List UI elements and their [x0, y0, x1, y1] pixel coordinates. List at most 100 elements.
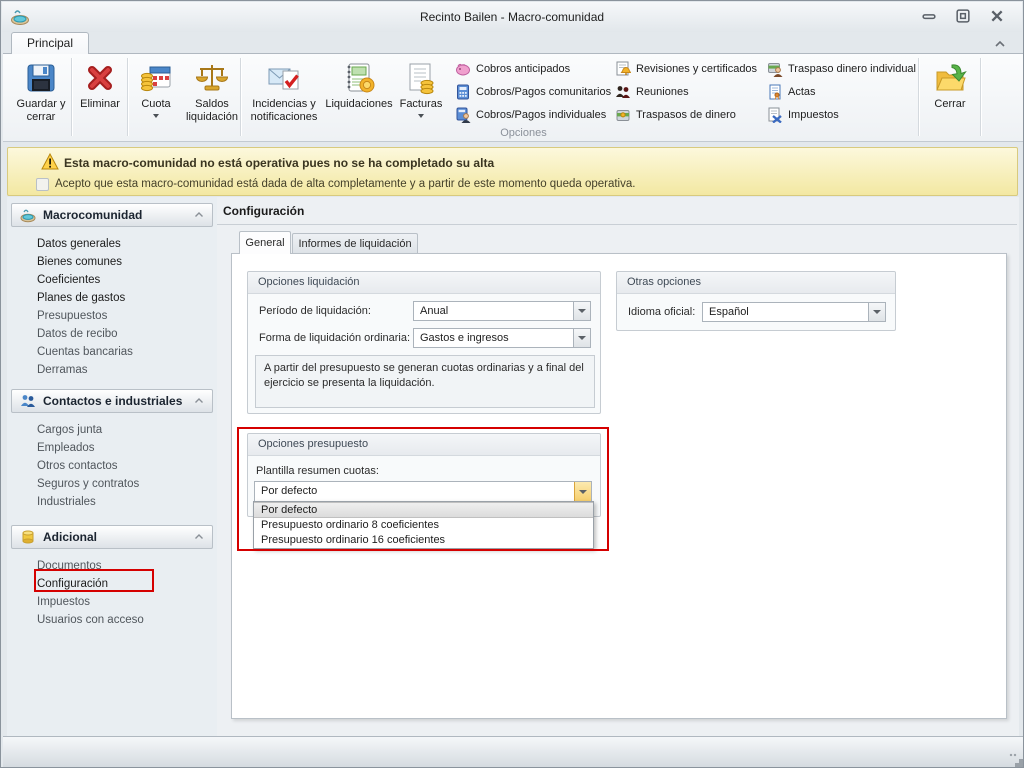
- sidebar: Macrocomunidad Datos generales Bienes co…: [7, 197, 217, 736]
- ribbon-collapse-icon[interactable]: [993, 38, 1007, 50]
- sidebar-item-empleados[interactable]: Empleados: [7, 439, 217, 457]
- sidebar-item-datos-de-recibo[interactable]: Datos de recibo: [7, 325, 217, 343]
- ribbon-group-label: Opciones: [500, 127, 547, 139]
- warning-title: Esta macro-comunidad no está operativa p…: [64, 156, 495, 170]
- impuestos-ribbon-button[interactable]: Impuestos: [767, 106, 839, 124]
- cobros-pagos-comunitarios-button[interactable]: Cobros/Pagos comunitarios: [455, 83, 611, 101]
- dropdown-option-por-defecto[interactable]: Por defecto: [254, 502, 593, 518]
- traspaso-dinero-individual-label: Traspaso dinero individual: [788, 63, 916, 75]
- accept-checkbox[interactable]: [36, 178, 49, 191]
- revisiones-certificados-button[interactable]: Revisiones y certificados: [615, 60, 757, 78]
- forma-liquidacion-label: Forma de liquidación ordinaria:: [259, 332, 411, 344]
- plantilla-dropdown-list: Por defecto Presupuesto ordinario 8 coef…: [253, 501, 594, 549]
- resize-grip[interactable]: [1009, 753, 1019, 763]
- cerrar-button[interactable]: Cerrar: [921, 57, 979, 139]
- notebook-seal-icon: [342, 61, 376, 95]
- save-close-button[interactable]: Guardar y cerrar: [13, 57, 69, 139]
- chevron-up-icon: [194, 211, 204, 219]
- page-title: Configuración: [223, 204, 305, 218]
- dropdown-option-presupuesto-16[interactable]: Presupuesto ordinario 16 coeficientes: [254, 533, 593, 548]
- forma-liquidacion-select[interactable]: Gastos e ingresos: [413, 328, 591, 348]
- section-title: Macrocomunidad: [43, 208, 143, 222]
- document-tax-icon: [767, 107, 783, 123]
- cerrar-label: Cerrar: [934, 98, 966, 110]
- content-panel: Opciones liquidación Período de liquidac…: [231, 253, 1007, 719]
- actas-label: Actas: [788, 86, 816, 98]
- sidebar-section-contactos[interactable]: Contactos e industriales: [11, 389, 213, 413]
- groupbox-title: Opciones liquidación: [248, 272, 600, 294]
- restore-button[interactable]: [954, 9, 972, 23]
- dropdown-button[interactable]: [573, 329, 590, 347]
- sidebar-item-industriales[interactable]: Industriales: [7, 493, 217, 511]
- sidebar-item-bienes-comunes[interactable]: Bienes comunes: [7, 253, 217, 271]
- save-icon: [24, 61, 58, 95]
- ribbon-separator: [71, 58, 72, 136]
- traspaso-dinero-individual-button[interactable]: Traspaso dinero individual: [767, 60, 916, 78]
- chevron-down-icon: [873, 310, 881, 314]
- coins-calendar-icon: [139, 61, 173, 95]
- delete-label: Eliminar: [80, 98, 120, 110]
- sidebar-item-datos-generales[interactable]: Datos generales: [7, 235, 217, 253]
- sidebar-item-seguros-y-contratos[interactable]: Seguros y contratos: [7, 475, 217, 493]
- sidebar-item-cargos-junta[interactable]: Cargos junta: [7, 421, 217, 439]
- cobros-pagos-individuales-label: Cobros/Pagos individuales: [476, 109, 607, 121]
- status-bar: [3, 736, 1023, 767]
- sidebar-item-cuentas-bancarias[interactable]: Cuentas bancarias: [7, 343, 217, 361]
- sidebar-item-derramas[interactable]: Derramas: [7, 361, 217, 379]
- actas-button[interactable]: Actas: [767, 83, 816, 101]
- tab-general[interactable]: General: [239, 231, 291, 254]
- tab-principal[interactable]: Principal: [11, 32, 89, 54]
- cobros-pagos-individuales-button[interactable]: Cobros/Pagos individuales: [455, 106, 606, 124]
- calculator-person-icon: [455, 107, 471, 123]
- reuniones-button[interactable]: Reuniones: [615, 83, 689, 101]
- traspasos-dinero-button[interactable]: Traspasos de dinero: [615, 106, 736, 124]
- title-separator: [217, 224, 1017, 225]
- title-bar: Recinto Bailen - Macro-comunidad: [2, 2, 1022, 32]
- sidebar-item-impuestos[interactable]: Impuestos: [7, 593, 217, 611]
- chevron-up-icon: [194, 533, 204, 541]
- chevron-up-icon: [194, 397, 204, 405]
- dropdown-button-active[interactable]: [574, 482, 591, 501]
- invoice-coins-icon: [404, 61, 438, 95]
- envelope-check-icon: [267, 61, 301, 95]
- cobros-anticipados-label: Cobros anticipados: [476, 63, 571, 75]
- document-bell-icon: [615, 61, 631, 77]
- sidebar-section-adicional[interactable]: Adicional: [11, 525, 213, 549]
- sidebar-item-presupuestos[interactable]: Presupuestos: [7, 307, 217, 325]
- close-window-button[interactable]: [988, 9, 1006, 23]
- periodo-liquidacion-select[interactable]: Anual: [413, 301, 591, 321]
- sidebar-item-planes-de-gastos[interactable]: Planes de gastos: [7, 289, 217, 307]
- sidebar-item-usuarios-con-acceso[interactable]: Usuarios con acceso: [7, 611, 217, 629]
- liquidaciones-label: Liquidaciones: [325, 98, 393, 110]
- document-ribbon-icon: [767, 84, 783, 100]
- ribbon-separator: [980, 58, 981, 136]
- dropdown-option-presupuesto-8[interactable]: Presupuesto ordinario 8 coeficientes: [254, 518, 593, 533]
- sidebar-item-otros-contactos[interactable]: Otros contactos: [7, 457, 217, 475]
- tab-informes-liquidacion[interactable]: Informes de liquidación: [292, 233, 418, 254]
- window-title: Recinto Bailen - Macro-comunidad: [419, 10, 605, 24]
- cobros-pagos-comunitarios-label: Cobros/Pagos comunitarios: [476, 86, 612, 98]
- section-title: Adicional: [43, 530, 98, 544]
- ribbon-tabstrip: Principal: [3, 32, 1021, 54]
- chevron-down-icon: [578, 336, 586, 340]
- minimize-button[interactable]: [920, 9, 938, 23]
- saldos-label: Saldos liquidación: [186, 98, 238, 123]
- idioma-oficial-select[interactable]: Español: [702, 302, 886, 322]
- sidebar-item-coeficientes[interactable]: Coeficientes: [7, 271, 217, 289]
- ribbon: Guardar y cerrar Eliminar Cuota Saldos l…: [3, 53, 1023, 142]
- dropdown-button[interactable]: [868, 303, 885, 321]
- reuniones-label: Reuniones: [636, 86, 689, 98]
- database-cylinder-icon: [20, 529, 36, 545]
- sidebar-item-documentos[interactable]: Documentos: [7, 557, 217, 575]
- revisiones-certificados-label: Revisiones y certificados: [636, 63, 758, 75]
- cobros-anticipados-button[interactable]: Cobros anticipados: [455, 60, 570, 78]
- save-close-label: Guardar y cerrar: [16, 98, 66, 123]
- sidebar-item-configuracion[interactable]: Configuración: [7, 575, 217, 593]
- accept-checkbox-label: Acepto que esta macro-comunidad está dad…: [55, 178, 636, 190]
- delete-button[interactable]: Eliminar: [73, 57, 127, 139]
- dropdown-button[interactable]: [573, 302, 590, 320]
- sidebar-section-macrocomunidad[interactable]: Macrocomunidad: [11, 203, 213, 227]
- plantilla-resumen-cuotas-select[interactable]: Por defecto: [254, 481, 592, 502]
- liquidacion-info-text: A partir del presupuesto se generan cuot…: [255, 355, 595, 408]
- calculator-icon: [455, 84, 471, 100]
